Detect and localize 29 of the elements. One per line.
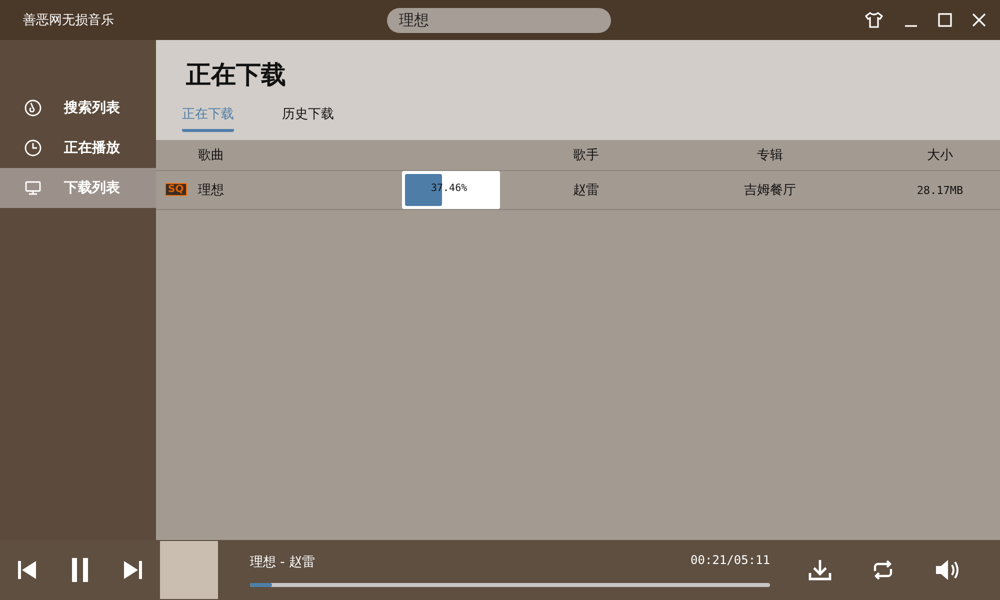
maximize-icon[interactable]: [938, 13, 952, 27]
table-cell-text: 吉姆餐厅: [743, 182, 797, 199]
search-field[interactable]: 理想: [387, 8, 611, 32]
monitor-icon: [24, 179, 42, 197]
playback-progress-bar[interactable]: [250, 583, 770, 587]
skin-icon[interactable]: [864, 11, 884, 29]
play-time: 00:21/05:11: [690, 553, 770, 569]
sidebar-item[interactable]: 正在播放: [0, 128, 156, 168]
table-cell: 理想: [198, 183, 224, 198]
previous-icon[interactable]: [16, 560, 38, 580]
sidebar-item[interactable]: 搜索列表: [0, 88, 156, 128]
window-title: 善恶网无损音乐: [23, 12, 115, 29]
download-icon[interactable]: [808, 558, 832, 582]
next-icon[interactable]: [122, 560, 144, 580]
close-icon[interactable]: [972, 13, 986, 27]
timer-icon: [24, 99, 42, 117]
pause-icon[interactable]: [70, 558, 90, 582]
column-header: 歌手: [572, 147, 600, 164]
clock-icon: [24, 139, 42, 157]
track-title: 理想 - 赵雷: [250, 554, 315, 571]
album-cover-placeholder: [160, 541, 218, 599]
page-title: 正在下载: [186, 59, 287, 91]
quality-badge: SQ: [165, 183, 187, 196]
table-cell-text: 赵雷: [572, 182, 600, 199]
tab[interactable]: 历史下载: [282, 105, 334, 132]
column-header: 专辑: [756, 147, 784, 164]
column-header: 歌曲: [197, 147, 225, 164]
column-header: 大小: [926, 147, 954, 164]
table-cell-text: 28.17MB: [916, 184, 964, 196]
